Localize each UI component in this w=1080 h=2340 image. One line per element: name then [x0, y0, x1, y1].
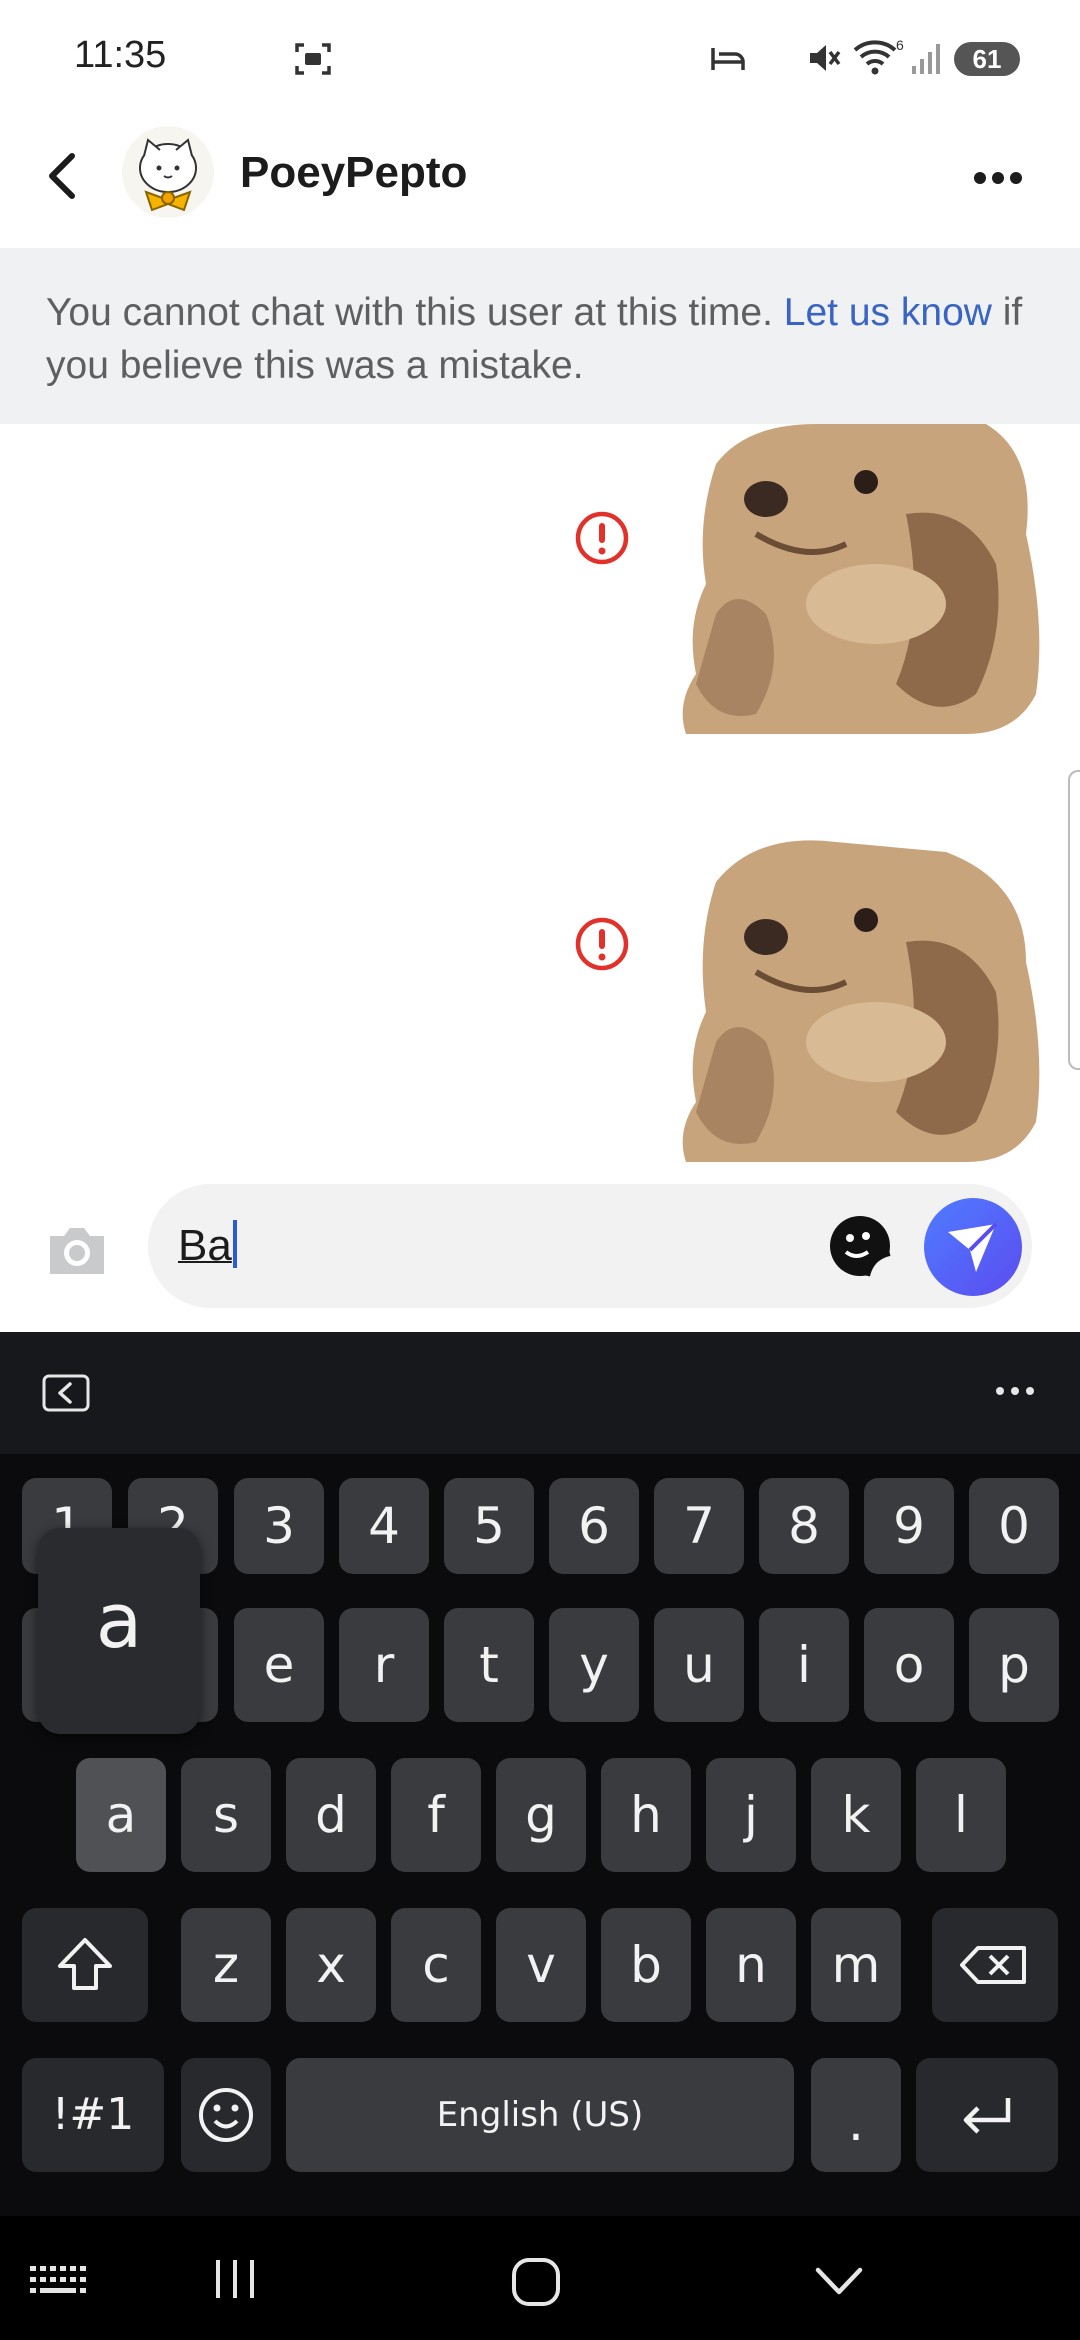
keyboard-switch-icon[interactable]: [28, 2264, 92, 2298]
send-button[interactable]: [924, 1198, 1022, 1296]
key-3[interactable]: 3: [234, 1478, 324, 1574]
mute-icon: [810, 45, 841, 71]
blocked-banner: You cannot chat with this user at this t…: [0, 248, 1080, 424]
backspace-key[interactable]: [932, 1908, 1058, 2022]
key-6[interactable]: 6: [549, 1478, 639, 1574]
chat-header: PoeyPepto: [0, 118, 1080, 248]
keyboard-back-icon[interactable]: [42, 1374, 90, 1412]
key-4[interactable]: 4: [339, 1478, 429, 1574]
message-input-value[interactable]: Ba: [178, 1220, 237, 1271]
key-m[interactable]: m: [811, 1908, 901, 2022]
key-5[interactable]: 5: [444, 1478, 534, 1574]
status-time: 11:35: [74, 34, 167, 76]
key-r[interactable]: r: [339, 1608, 429, 1722]
key-j[interactable]: j: [706, 1758, 796, 1872]
chat-username[interactable]: PoeyPepto: [240, 148, 467, 198]
key-u[interactable]: u: [654, 1608, 744, 1722]
status-bar: 11:35 6 61: [0, 0, 1080, 118]
backspace-icon: [960, 1946, 1026, 1984]
key-9[interactable]: 9: [864, 1478, 954, 1574]
key-i[interactable]: i: [759, 1608, 849, 1722]
battery-level: 61: [954, 42, 1020, 76]
key-k[interactable]: k: [811, 1758, 901, 1872]
screenshot-icon: [295, 43, 331, 75]
banner-text: You cannot chat with this user at this t…: [46, 291, 784, 334]
svg-text:6: 6: [896, 37, 904, 53]
key-y[interactable]: y: [549, 1608, 639, 1722]
key-a[interactable]: a: [76, 1758, 166, 1872]
cat-avatar-icon: [139, 138, 197, 212]
message-input[interactable]: Ba: [148, 1184, 1032, 1308]
shift-icon: [58, 1938, 112, 1990]
space-bar[interactable]: English (US): [286, 2058, 794, 2172]
key-d[interactable]: d: [286, 1758, 376, 1872]
bed-icon: [711, 48, 745, 70]
message-composer: Ba: [0, 1184, 1080, 1332]
signal-icon: [912, 44, 940, 74]
key-x[interactable]: x: [286, 1908, 376, 2022]
hide-keyboard-icon[interactable]: [814, 2264, 864, 2298]
let-us-know-link[interactable]: Let us know: [784, 291, 992, 334]
message-item: [0, 424, 1080, 734]
key-p[interactable]: p: [969, 1608, 1059, 1722]
keyboard: 1 2 3 4 5 6 7 8 9 0 q w e r t y u i o p …: [0, 1332, 1080, 2340]
key-8[interactable]: 8: [759, 1478, 849, 1574]
key-7[interactable]: 7: [654, 1478, 744, 1574]
keyboard-toolbar: [0, 1332, 1080, 1454]
sticker-icon[interactable]: [828, 1214, 892, 1278]
dog-sticker[interactable]: [676, 832, 1046, 1162]
send-failed-icon[interactable]: [574, 510, 630, 566]
avatar[interactable]: [122, 126, 214, 218]
emoji-key[interactable]: [181, 2058, 271, 2172]
key-preview-popup: a: [38, 1528, 200, 1734]
key-o[interactable]: o: [864, 1608, 954, 1722]
keyboard-more-icon[interactable]: [990, 1376, 1040, 1406]
message-item: [0, 792, 1080, 1162]
key-n[interactable]: n: [706, 1908, 796, 2022]
key-v[interactable]: v: [496, 1908, 586, 2022]
symbols-key[interactable]: !#1: [22, 2058, 164, 2172]
more-options-icon[interactable]: [968, 158, 1028, 198]
key-e[interactable]: e: [234, 1608, 324, 1722]
key-f[interactable]: f: [391, 1758, 481, 1872]
send-icon: [948, 1222, 998, 1272]
message-list[interactable]: [0, 424, 1080, 1184]
recent-apps-icon[interactable]: [210, 2256, 260, 2302]
wifi-icon: 6: [853, 37, 904, 75]
key-t[interactable]: t: [444, 1608, 534, 1722]
shift-key[interactable]: [22, 1908, 148, 2022]
key-z[interactable]: z: [181, 1908, 271, 2022]
emoji-icon: [199, 2088, 253, 2142]
typed-text: Ba: [178, 1221, 232, 1270]
key-h[interactable]: h: [601, 1758, 691, 1872]
home-icon[interactable]: [510, 2256, 562, 2308]
navigation-bar: [0, 2216, 1080, 2340]
text-caret: [232, 1220, 237, 1268]
key-c[interactable]: c: [391, 1908, 481, 2022]
dog-sticker[interactable]: [676, 424, 1046, 734]
camera-icon[interactable]: [44, 1222, 110, 1278]
enter-icon: [963, 2098, 1011, 2134]
key-period[interactable]: .: [811, 2058, 901, 2172]
key-l[interactable]: l: [916, 1758, 1006, 1872]
key-s[interactable]: s: [181, 1758, 271, 1872]
enter-key[interactable]: [916, 2058, 1058, 2172]
key-b[interactable]: b: [601, 1908, 691, 2022]
send-failed-icon[interactable]: [574, 916, 630, 972]
key-g[interactable]: g: [496, 1758, 586, 1872]
back-button[interactable]: [38, 146, 88, 206]
scroll-handle[interactable]: [1068, 770, 1080, 1070]
key-0[interactable]: 0: [969, 1478, 1059, 1574]
